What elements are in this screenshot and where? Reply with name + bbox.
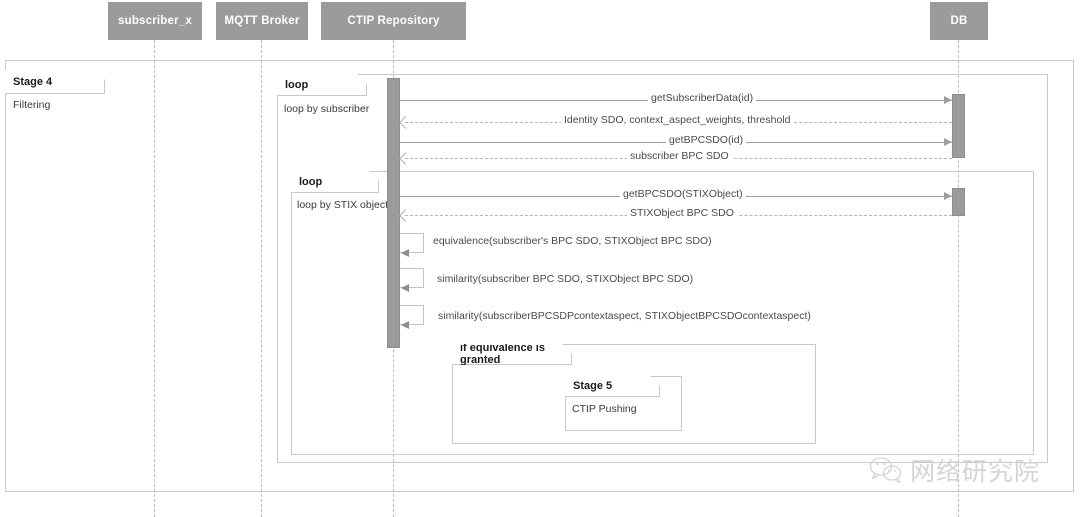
frame-loop-subscriber-label: loop <box>285 78 309 91</box>
message-label-stixobject-bpc-sdo-return: STIXObject BPC SDO <box>627 208 737 219</box>
self-message-label-equivalence: equivalence(subscriber's BPC SDO, STIXOb… <box>430 236 715 247</box>
self-message-label-similarity-bpc: similarity(subscriber BPC SDO, STIXObjec… <box>434 274 697 285</box>
frame-stage-4-label: Stage 4 <box>13 75 53 88</box>
message-label-get-subscriber-data: getSubscriberData(id) <box>648 93 757 104</box>
sequence-diagram-canvas: subscriber_x MQTT Broker CTIP Repository… <box>0 0 1080 517</box>
frame-stage-4-tab: Stage 4 <box>5 70 105 94</box>
message-arrowhead-get-bpcsdo-id <box>944 138 952 146</box>
activation-db-1 <box>952 94 965 158</box>
frame-loop-stix-object-label: loop <box>299 175 323 188</box>
self-message-arrowhead-similarity-context-aspect <box>401 321 409 329</box>
self-message-arrowhead-equivalence <box>401 249 409 257</box>
participant-mqtt-broker[interactable]: MQTT Broker <box>216 2 308 40</box>
message-label-subscriber-bpc-sdo-return: subscriber BPC SDO <box>627 151 732 162</box>
participant-label: CTIP Repository <box>347 15 440 27</box>
participant-subscriber-x[interactable]: subscriber_x <box>108 2 202 40</box>
activation-ctip-repository <box>387 78 400 348</box>
frame-loop-stix-object-sublabel: loop by STIX object <box>297 199 389 211</box>
frame-loop-subscriber-tab: loop <box>277 74 367 96</box>
frame-if-equivalence-granted-tab: if equivalence is granted <box>452 344 572 365</box>
message-arrowhead-get-subscriber-data <box>944 96 952 104</box>
message-label-identity-sdo-return: Identity SDO, context_aspect_weights, th… <box>561 115 794 126</box>
self-message-arrowhead-similarity-bpc <box>401 284 409 292</box>
message-label-get-bpcsdo-id: getBPCSDO(id) <box>666 135 747 146</box>
participant-label: subscriber_x <box>118 15 192 27</box>
message-arrowhead-get-bpcsdo-stixobject <box>944 192 952 200</box>
frame-stage-5-sublabel: CTIP Pushing <box>572 403 637 415</box>
frame-loop-subscriber-sublabel: loop by subscriber <box>284 103 370 115</box>
frame-if-equivalence-granted-label: if equivalence is granted <box>460 342 545 366</box>
frame-stage-5-label: Stage 5 <box>573 380 613 392</box>
frame-stage-4-sublabel: Filtering <box>13 99 51 111</box>
participant-db[interactable]: DB <box>930 2 988 40</box>
message-label-get-bpcsdo-stixobject: getBPCSDO(STIXObject) <box>620 189 746 200</box>
frame-loop-stix-object-tab: loop <box>291 171 379 193</box>
participant-label: DB <box>950 15 968 27</box>
frame-stage-5-tab: Stage 5 <box>565 376 660 397</box>
participant-label: MQTT Broker <box>224 15 300 27</box>
participant-ctip-repository[interactable]: CTIP Repository <box>321 2 466 40</box>
activation-db-2 <box>952 188 965 216</box>
self-message-label-similarity-context-aspect: similarity(subscriberBPCSDPcontextaspect… <box>435 311 814 322</box>
